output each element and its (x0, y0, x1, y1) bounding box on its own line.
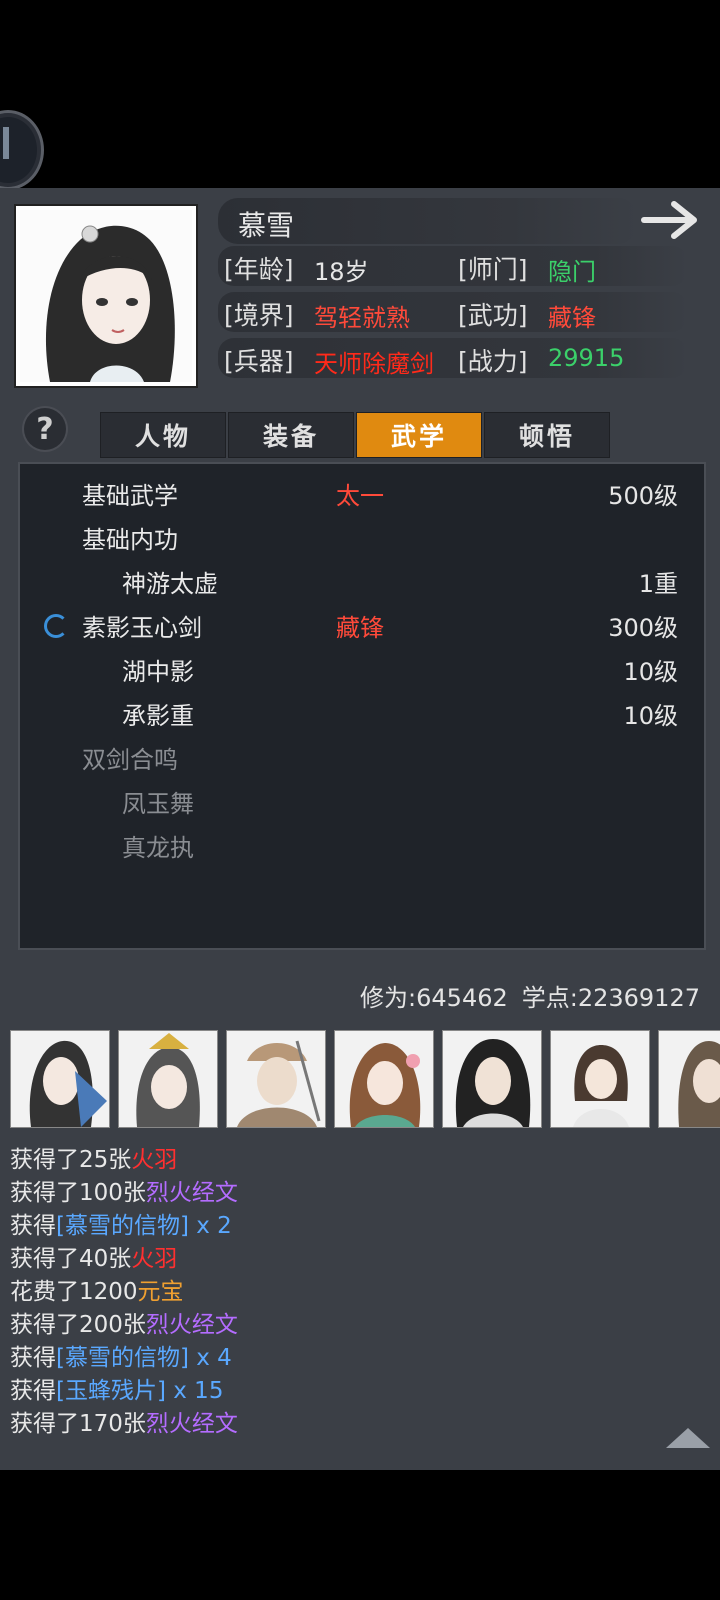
log-segment: 烈火经文 (145, 1312, 238, 1338)
tab-martial-arts[interactable]: 武学 (356, 412, 482, 458)
log-segment: 获得了25张 (10, 1147, 132, 1173)
log-segment: [玉蜂残片] (56, 1378, 166, 1404)
log-segment: 花费了1200 (10, 1279, 138, 1305)
study-points-value: 学点:22369127 (521, 984, 700, 1012)
skill-name: 承影重 (122, 702, 194, 730)
log-line: 获得[慕雪的信物] x 2 (10, 1206, 690, 1239)
companion-portrait-row (10, 1030, 720, 1130)
log-line: 获得[玉蜂残片] x 15 (10, 1371, 690, 1404)
skill-level: 10级 (623, 658, 678, 686)
skill-name: 双剑合鸣 (82, 746, 178, 774)
companion-portrait[interactable] (658, 1030, 720, 1128)
skill-level: 10级 (623, 702, 678, 730)
skill-row[interactable]: 基础武学 太一 500级 (20, 468, 704, 512)
event-log: 获得了25张火羽 获得了100张烈火经文 获得[慕雪的信物] x 2 获得了40张火羽… (10, 1140, 690, 1437)
equipped-indicator-icon (44, 614, 68, 638)
sect-value: 隐门 (548, 258, 596, 286)
power-label: [战力] (458, 347, 528, 376)
log-segment: 火羽 (131, 1246, 178, 1272)
log-line: 获得[慕雪的信物] x 4 (10, 1338, 690, 1371)
help-icon[interactable]: ? (24, 408, 66, 450)
companion-portrait[interactable] (442, 1030, 542, 1128)
skill-row[interactable]: 素影玉心剑 藏锋 300级 (20, 600, 704, 644)
skill-name: 神游太虚 (122, 570, 218, 598)
skill-tag: 藏锋 (336, 614, 384, 642)
companion-portrait[interactable] (10, 1030, 110, 1128)
log-segment: 元宝 (137, 1279, 184, 1305)
skill-row[interactable]: 基础内功 (20, 512, 704, 556)
log-segment: 火羽 (131, 1147, 178, 1173)
character-name: 慕雪 (238, 209, 295, 242)
log-line: 获得了200张烈火经文 (10, 1305, 690, 1338)
log-line: 获得了100张烈火经文 (10, 1173, 690, 1206)
skill-level: 300级 (608, 614, 678, 642)
sect-label: [师门] (458, 255, 528, 284)
log-segment: 烈火经文 (145, 1411, 238, 1437)
cultivation-stats: 修为:645462 学点:22369127 (360, 978, 700, 1013)
skill-row[interactable]: 承影重 10级 (20, 688, 704, 732)
realm-value: 驾轻就熟 (314, 304, 410, 332)
skill-row[interactable]: 湖中影 10级 (20, 644, 704, 688)
skill-tag: 太一 (336, 482, 384, 510)
log-segment: 获得了200张 (10, 1312, 146, 1338)
log-segment: 烈火经文 (145, 1180, 238, 1206)
log-segment: [慕雪的信物] (56, 1345, 189, 1371)
skill-row[interactable]: 神游太虚 1重 (20, 556, 704, 600)
log-segment: 获得了100张 (10, 1180, 146, 1206)
log-segment: 获得 (10, 1378, 56, 1404)
power-value: 29915 (548, 344, 625, 372)
character-portrait (14, 204, 198, 388)
weapon-value: 天师除魔剑 (314, 350, 434, 378)
martial-label: [武功] (458, 301, 528, 330)
skill-row[interactable]: 真龙执 (20, 820, 704, 864)
skill-name: 素影玉心剑 (82, 614, 202, 642)
age-label: [年龄] (224, 255, 294, 284)
skill-list: 基础武学 太一 500级 基础内功 神游太虚 1重 素影玉心剑 藏锋 300级 … (18, 462, 706, 950)
companion-portrait[interactable] (334, 1030, 434, 1128)
companion-portrait[interactable] (226, 1030, 326, 1128)
skill-name: 真龙执 (122, 834, 194, 862)
skill-level: 500级 (608, 482, 678, 510)
cultivation-value: 修为:645462 (360, 984, 508, 1012)
log-segment: x 2 (188, 1213, 232, 1239)
martial-value: 藏锋 (548, 304, 596, 332)
tab-equipment[interactable]: 装备 (228, 412, 354, 458)
skill-name: 基础武学 (82, 482, 178, 510)
realm-label: [境界] (224, 301, 294, 330)
tab-character[interactable]: 人物 (100, 412, 226, 458)
log-segment: 获得 (10, 1213, 56, 1239)
log-line: 花费了1200元宝 (10, 1272, 690, 1305)
skill-row[interactable]: 双剑合鸣 (20, 732, 704, 776)
log-segment: 获得了40张 (10, 1246, 132, 1272)
skill-name: 凤玉舞 (122, 790, 194, 818)
log-segment: x 4 (188, 1345, 232, 1371)
age-value: 18岁 (314, 258, 369, 286)
log-segment: [慕雪的信物] (56, 1213, 189, 1239)
weapon-label: [兵器] (224, 347, 294, 376)
log-segment: x 15 (165, 1378, 224, 1404)
log-segment: 获得了170张 (10, 1411, 146, 1437)
log-line: 获得了40张火羽 (10, 1239, 690, 1272)
log-line: 获得了25张火羽 (10, 1140, 690, 1173)
scroll-up-icon[interactable] (666, 1428, 710, 1448)
skill-row[interactable]: 凤玉舞 (20, 776, 704, 820)
log-segment: 获得 (10, 1345, 56, 1371)
skill-level: 1重 (638, 570, 678, 598)
skill-name: 基础内功 (82, 526, 178, 554)
companion-portrait[interactable] (118, 1030, 218, 1128)
log-line: 获得了170张烈火经文 (10, 1404, 690, 1437)
tab-enlightenment[interactable]: 顿悟 (484, 412, 610, 458)
companion-portrait[interactable] (550, 1030, 650, 1128)
skill-name: 湖中影 (122, 658, 194, 686)
corner-menu-button[interactable] (0, 110, 44, 190)
next-character-arrow-icon[interactable] (640, 196, 704, 244)
